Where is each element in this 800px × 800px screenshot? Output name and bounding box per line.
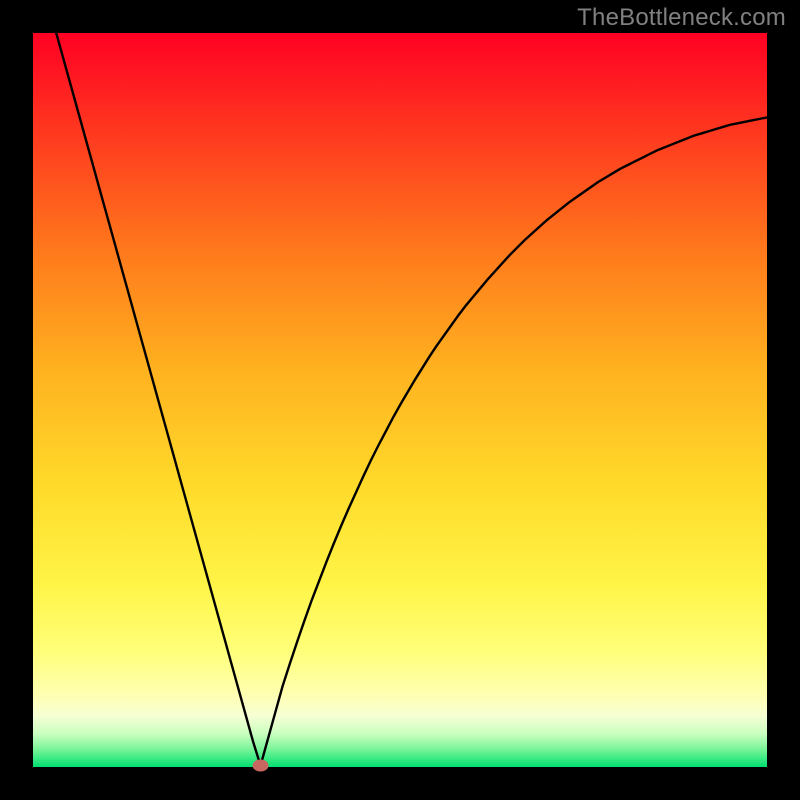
minimum-marker-dot bbox=[253, 760, 269, 772]
bottleneck-chart bbox=[0, 0, 800, 800]
plot-gradient-background bbox=[33, 33, 767, 767]
chart-container: TheBottleneck.com bbox=[0, 0, 800, 800]
